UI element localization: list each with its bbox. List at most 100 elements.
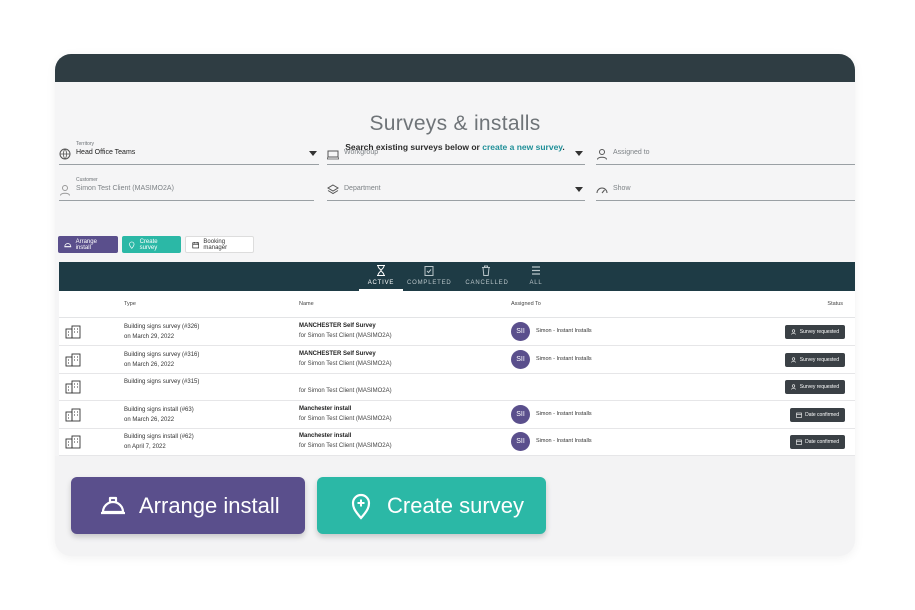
territory-select[interactable]: Territory Head Office Teams [59,139,319,165]
arrange-install-button[interactable]: Arrange install [58,236,118,253]
show-placeholder: Show [613,185,631,192]
row-name[interactable]: MANCHESTER Self Survey [299,323,376,329]
row-date: on March 26, 2022 [124,416,175,423]
arrange-install-callout-label: Arrange install [139,492,280,518]
create-survey-callout-button[interactable]: Create survey [317,477,546,534]
tab-active-label: ACTIVE [367,280,395,286]
app-window: Surveys & installs Search existing surve… [55,54,855,556]
tab-cancelled-label: CANCELLED [465,280,509,286]
layers-icon [327,183,341,197]
territory-value: Head Office Teams [76,149,136,156]
column-assigned-to[interactable]: Assigned To [511,301,541,307]
calendar-icon [796,412,802,418]
user-clock-icon [790,384,796,390]
clipboard-check-icon [424,266,434,276]
status-label: Survey requested [799,356,839,363]
tab-all-label: ALL [529,280,543,286]
map-pin-plus-icon [351,493,371,520]
row-assignee: Simon - Instant Installs [536,410,592,417]
row-assignee: Simon - Instant Installs [536,355,592,362]
tab-cancelled[interactable]: CANCELLED [464,262,510,291]
row-type: Building signs survey (#316) [124,351,200,358]
row-date: on April 7, 2022 [124,444,166,450]
building-icon [65,435,81,449]
table-row[interactable]: Building signs survey (#326) on March 29,… [59,319,855,346]
chevron-down-icon [575,187,583,192]
workgroup-icon [326,147,341,161]
create-survey-callout-label: Create survey [387,492,524,518]
tab-completed[interactable]: COMPLETED [407,262,451,291]
row-client: for Simon Test Client (MASIMO2A) [299,333,392,339]
table-row[interactable]: Building signs install (#63) on March 26,… [59,402,855,429]
arrange-install-callout-button[interactable]: Arrange install [71,477,305,534]
building-icon [65,408,81,421]
status-label: Survey requested [799,384,839,390]
hourglass-icon [377,265,385,276]
avatar: SII [511,322,530,341]
assigned-to-input[interactable]: Assigned to [596,139,855,165]
tab-all[interactable]: ALL [514,262,558,291]
table-row[interactable]: Building signs install (#62) on April 7, … [59,429,855,456]
trash-icon [482,265,490,276]
user-icon [59,183,73,197]
show-select[interactable]: Show [596,175,855,201]
tab-completed-label: COMPLETED [407,280,452,286]
customer-input[interactable]: Customer Simon Test Client (MASIMO2A) [59,175,314,201]
table-row[interactable]: Building signs survey (#316) on March 26,… [59,347,855,374]
table-row[interactable]: Building signs survey (#315) for Simon Te… [59,374,855,401]
department-select[interactable]: Department [327,175,585,201]
row-type: Building signs install (#62) [124,434,194,440]
column-status[interactable]: Status [827,301,843,307]
status-badge: Survey requested [784,352,845,367]
page-title: Surveys & installs [369,112,541,135]
create-survey-label: Create survey [139,238,158,251]
status-badge: Survey requested [784,325,845,339]
row-date: on March 26, 2022 [124,361,175,368]
status-badge: Date confirmed [790,435,845,449]
create-survey-button[interactable]: Create survey [122,236,181,253]
territory-label: Territory [76,141,95,147]
row-client: for Simon Test Client (MASIMO2A) [299,443,392,449]
tab-active[interactable]: ACTIVE [359,262,403,291]
chevron-down-icon [575,151,583,156]
hard-hat-icon [64,242,72,247]
row-name[interactable]: MANCHESTER Self Survey [299,351,376,357]
calendar-icon [796,439,802,445]
user-clock-icon [790,329,796,335]
surveys-table: ACTIVE COMPLETED CANCELLED ALL Type Name [59,262,855,456]
column-name[interactable]: Name [299,301,314,307]
avatar: SII [511,404,530,424]
user-clock-icon [790,356,796,363]
avatar: SII [511,349,530,369]
workgroup-select[interactable]: Workgroup [326,139,585,165]
row-type: Building signs survey (#315) [124,379,200,385]
building-icon [65,325,81,339]
row-type: Building signs survey (#326) [124,324,200,330]
hard-hat-icon [101,496,125,514]
status-label: Date confirmed [805,411,839,418]
row-client: for Simon Test Client (MASIMO2A) [299,388,392,394]
calendar-icon [192,241,200,248]
status-label: Date confirmed [805,439,839,445]
booking-manager-button[interactable]: Booking manager [185,236,254,253]
avatar: SII [511,432,530,451]
top-bar [55,54,855,82]
status-badge: Date confirmed [790,407,845,422]
list-icon [532,266,540,275]
globe-icon [59,147,73,161]
status-label: Survey requested [799,329,839,335]
chevron-down-icon [309,151,317,156]
main-content: Surveys & installs Search existing surve… [55,82,855,456]
row-name[interactable]: Manchester install [299,433,351,439]
map-pin-icon [129,241,135,249]
status-badge: Survey requested [784,380,845,394]
arrange-install-label: Arrange install [75,238,97,251]
gauge-icon [596,183,610,197]
row-assignee: Simon - Instant Installs [536,438,592,444]
row-name[interactable]: Manchester install [299,406,351,412]
department-placeholder: Department [344,185,381,192]
column-type[interactable]: Type [124,301,136,307]
booking-manager-label: Booking manager [203,238,228,251]
row-client: for Simon Test Client (MASIMO2A) [299,360,392,367]
row-date: on March 29, 2022 [124,334,175,340]
